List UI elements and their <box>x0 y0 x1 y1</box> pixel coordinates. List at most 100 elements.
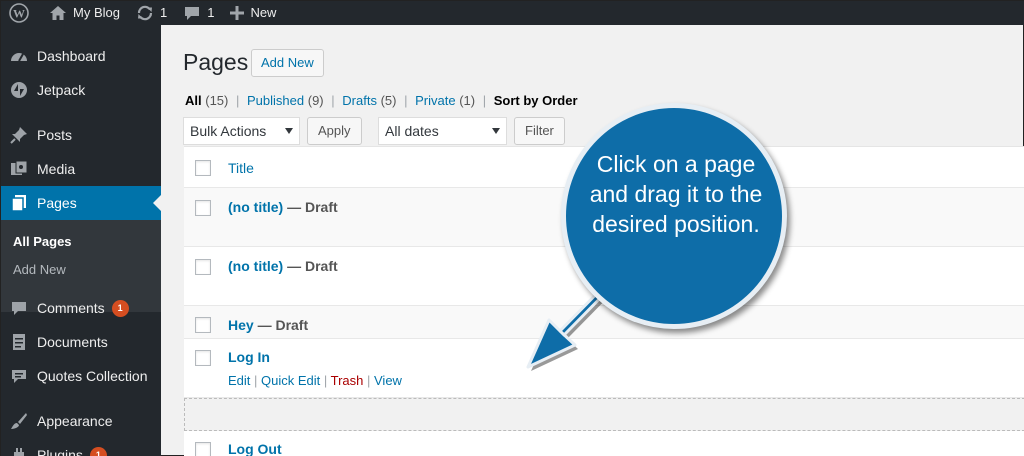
trash-link[interactable]: Trash <box>331 373 364 388</box>
filter-button[interactable]: Filter <box>514 117 565 145</box>
submenu-item-all-pages[interactable]: All Pages <box>13 234 72 249</box>
title-column-header[interactable]: Title <box>228 160 254 176</box>
row-action-separator: | <box>250 373 262 388</box>
row-checkbox[interactable] <box>195 350 211 366</box>
filter-separator: | <box>404 93 408 108</box>
bulk-actions-select[interactable]: Bulk Actions <box>183 117 300 145</box>
admin-bar: W My Blog 1 1 New <box>1 1 1024 25</box>
page-title: Pages <box>183 49 249 75</box>
row-title-link[interactable]: (no title) — Draft <box>228 199 338 215</box>
table-row[interactable]: Hey — Draft <box>184 306 1024 339</box>
updates-count: 1 <box>159 5 168 20</box>
filter-separator: | <box>331 93 335 108</box>
chevron-down-icon <box>492 128 500 134</box>
callout-text: Click on a page and drag it to the desir… <box>589 151 763 237</box>
wordpress-icon: W <box>9 3 29 23</box>
comments-link[interactable]: 1 <box>175 1 222 25</box>
filter-drafts-link[interactable]: Drafts <box>342 93 377 108</box>
comments-count: 1 <box>207 5 215 20</box>
sidebar-item-label: Quotes Collection <box>37 368 148 384</box>
sidebar-item-label: Plugins <box>37 447 83 456</box>
sidebar-item-posts[interactable]: Posts <box>1 118 161 152</box>
sidebar-item-documents[interactable]: Documents <box>1 325 161 359</box>
dashboard-icon <box>1 48 37 64</box>
filter-all-count: (15) <box>205 93 229 108</box>
date-filter-value: All dates <box>385 123 439 139</box>
site-name: My Blog <box>73 5 120 20</box>
quick-edit-link[interactable]: Quick Edit <box>261 373 320 388</box>
filter-published-link[interactable]: Published <box>247 93 304 108</box>
sidebar-item-comments[interactable]: Comments 1 <box>1 291 161 325</box>
sidebar-item-pages[interactable]: Pages <box>1 186 161 220</box>
comments-badge: 1 <box>111 299 129 317</box>
comment-bubble-icon <box>185 7 200 20</box>
add-new-page-button[interactable]: Add New <box>251 49 324 77</box>
admin-sidebar: Dashboard Jetpack Posts Media Pages All … <box>1 25 161 456</box>
row-title-link[interactable]: Log In <box>228 349 270 365</box>
status-filter-links: All (15) | Published (9) | Drafts (5) | … <box>185 93 578 108</box>
select-all-checkbox[interactable] <box>195 160 211 176</box>
row-actions: Edit | Quick Edit | Trash | View <box>228 373 402 388</box>
sidebar-item-quotes-collection[interactable]: Quotes Collection <box>1 359 161 393</box>
sort-by-order-link[interactable]: Sort by Order <box>494 93 578 108</box>
row-action-separator: | <box>320 373 331 388</box>
table-row[interactable]: Log Out <box>184 431 1024 456</box>
row-title-link[interactable]: (no title) — Draft <box>228 258 338 274</box>
filter-private-link[interactable]: Private <box>415 93 455 108</box>
row-action-separator: | <box>363 373 374 388</box>
pages-icon <box>1 194 37 212</box>
row-checkbox[interactable] <box>195 259 211 275</box>
wordpress-logo-button[interactable]: W <box>1 1 43 25</box>
filter-drafts-count: (5) <box>380 93 397 108</box>
new-content-link[interactable]: New <box>222 1 284 25</box>
sidebar-item-dashboard[interactable]: Dashboard <box>1 39 161 73</box>
row-title-link[interactable]: Log Out <box>228 441 282 456</box>
date-filter-select[interactable]: All dates <box>378 117 507 145</box>
sidebar-item-appearance[interactable]: Appearance <box>1 404 161 438</box>
row-state: — Draft <box>283 258 338 274</box>
row-title-link[interactable]: Hey — Draft <box>228 317 308 333</box>
sidebar-item-label: Jetpack <box>37 82 86 98</box>
sidebar-item-label: Appearance <box>37 413 113 429</box>
row-state: — Draft <box>283 199 338 215</box>
filter-published-count: (9) <box>307 93 324 108</box>
sidebar-item-media[interactable]: Media <box>1 152 161 186</box>
sidebar-item-label: Documents <box>37 334 108 350</box>
brush-icon <box>1 412 37 430</box>
home-icon <box>50 6 66 20</box>
updates-icon <box>137 5 153 21</box>
row-checkbox[interactable] <box>195 442 211 456</box>
sidebar-item-label: Posts <box>37 127 73 143</box>
filter-private-count: (1) <box>459 93 476 108</box>
apply-button[interactable]: Apply <box>307 117 362 145</box>
view-link[interactable]: View <box>374 373 402 388</box>
bulk-actions-value: Bulk Actions <box>190 123 267 139</box>
media-icon <box>1 160 37 178</box>
chevron-down-icon <box>285 128 293 134</box>
sidebar-item-jetpack[interactable]: Jetpack <box>1 73 161 107</box>
updates-link[interactable]: 1 <box>128 1 175 25</box>
svg-text:W: W <box>13 7 25 21</box>
filter-separator: | <box>482 93 487 108</box>
row-checkbox[interactable] <box>195 200 211 216</box>
pin-icon <box>1 126 37 144</box>
sidebar-item-label: Media <box>37 161 76 177</box>
plugins-badge: 1 <box>89 446 107 456</box>
jetpack-icon <box>1 81 37 99</box>
row-state: — Draft <box>253 317 309 333</box>
table-row[interactable]: Log In Edit | Quick Edit | Trash | View <box>184 339 1024 398</box>
quote-icon <box>1 368 37 384</box>
sidebar-item-label: Pages <box>37 195 77 211</box>
submenu-item-add-new[interactable]: Add New <box>13 262 66 277</box>
current-menu-arrow <box>153 195 161 211</box>
site-name-link[interactable]: My Blog <box>43 1 128 25</box>
comments-icon <box>1 300 37 316</box>
document-icon <box>1 333 37 351</box>
filter-all-link[interactable]: All <box>185 93 202 108</box>
sidebar-item-plugins[interactable]: Plugins 1 <box>1 438 161 456</box>
filter-separator: | <box>236 93 240 108</box>
edit-link[interactable]: Edit <box>228 373 250 388</box>
row-checkbox[interactable] <box>195 317 211 333</box>
new-label: New <box>250 5 277 20</box>
sidebar-item-label: Dashboard <box>37 48 106 64</box>
